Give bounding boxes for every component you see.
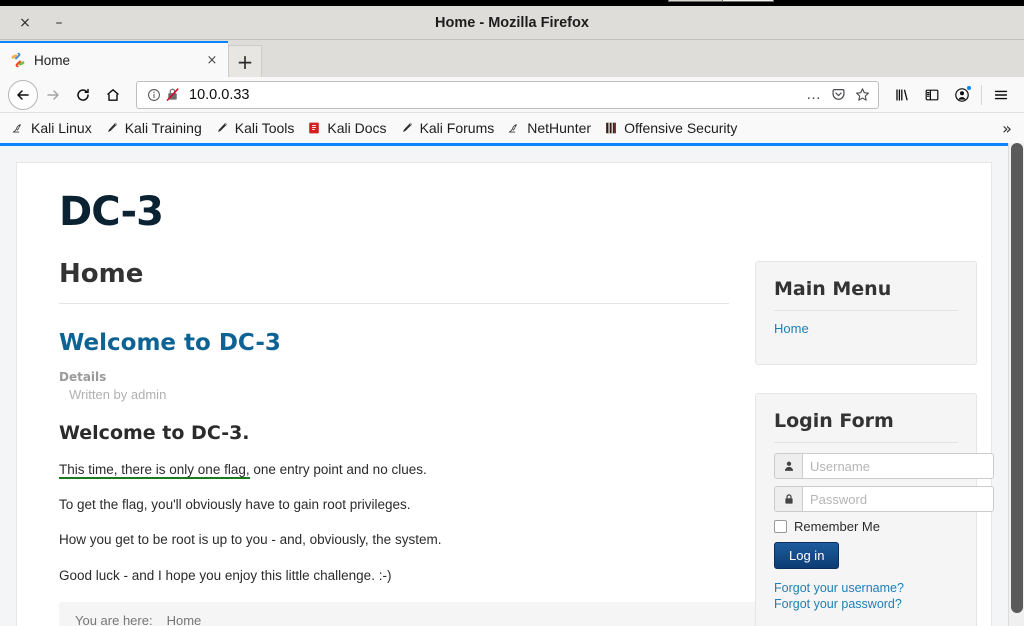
login-button[interactable]: Log in	[774, 542, 840, 569]
page-scrollbar[interactable]	[1008, 143, 1024, 626]
forgot-password-link[interactable]: Forgot your password?	[774, 597, 958, 611]
kali-pen-icon	[104, 120, 120, 136]
bookmark-offensive-security[interactable]: Offensive Security	[597, 116, 743, 140]
article-paragraph-1: This time, there is only one flag, one e…	[59, 461, 729, 479]
reload-icon[interactable]	[68, 80, 98, 110]
user-icon	[774, 453, 802, 479]
article-paragraph-2: To get the flag, you'll obviously have t…	[59, 497, 411, 513]
main-menu-title: Main Menu	[774, 278, 958, 311]
account-notification-dot	[966, 84, 972, 91]
back-arrow-icon[interactable]	[8, 79, 38, 110]
bookmark-label: Kali Tools	[234, 120, 295, 136]
password-field-group	[774, 486, 994, 512]
main-menu-module: Main Menu Home	[755, 261, 977, 365]
forward-arrow-icon[interactable]	[38, 80, 68, 110]
browser-tab-home[interactable]: Home ×	[0, 41, 228, 77]
article-details-label: Details	[59, 370, 107, 384]
bookmarks-overflow-button[interactable]: »	[994, 116, 1020, 140]
remember-me-row[interactable]: Remember Me	[774, 519, 958, 534]
kali-docs-icon	[306, 120, 322, 136]
toolbar-separator	[981, 84, 982, 105]
forgot-username-link[interactable]: Forgot your username?	[774, 581, 958, 595]
bookmark-label: Kali Docs	[327, 120, 387, 136]
bookmark-kali-tools[interactable]: Kali Tools	[208, 116, 301, 140]
browser-window: × – Home - Mozilla Firefox Home × + 10.0…	[0, 0, 1024, 626]
spellcheck-marked-text: This time, there is only one flag,	[59, 462, 250, 479]
browser-tab-title: Home	[34, 52, 71, 68]
site-logo[interactable]: DC-3	[59, 189, 729, 235]
navigation-toolbar: 10.0.0.33 …	[0, 77, 1024, 113]
kali-pen-icon	[214, 120, 230, 136]
page-title: Home	[59, 259, 144, 289]
web-page: DC-3 Home Welcome to DC-3 Details Writte…	[0, 146, 1008, 626]
home-icon[interactable]	[98, 80, 128, 110]
password-input[interactable]	[802, 486, 994, 512]
star-icon[interactable]	[850, 84, 874, 106]
page-actions-button[interactable]: …	[802, 84, 826, 106]
url-bar[interactable]: 10.0.0.33 …	[136, 80, 879, 109]
article-title[interactable]: Welcome to DC-3	[59, 330, 729, 356]
title-bar: × – Home - Mozilla Firefox	[0, 6, 1024, 40]
sidebar-icon[interactable]	[917, 80, 947, 110]
article-paragraph-3: How you get to be root is up to you - an…	[59, 532, 442, 548]
lock-icon	[774, 486, 802, 512]
page-viewport: DC-3 Home Welcome to DC-3 Details Writte…	[0, 143, 1024, 626]
library-icon[interactable]	[887, 80, 917, 110]
article-author: Written by admin	[69, 387, 167, 402]
pocket-icon[interactable]	[826, 84, 850, 106]
login-form-title: Login Form	[774, 410, 958, 443]
info-circle-icon[interactable]	[145, 86, 163, 104]
bookmark-label: Kali Training	[124, 120, 202, 136]
url-text[interactable]: 10.0.0.33	[189, 87, 802, 103]
new-tab-button[interactable]: +	[228, 45, 262, 77]
offsec-icon	[603, 120, 619, 136]
window-title: Home - Mozilla Firefox	[435, 14, 589, 31]
login-form-module: Login Form Username Remember Me Log in F…	[755, 393, 994, 626]
kali-dragon-icon	[10, 120, 26, 136]
bookmark-label: Kali Linux	[31, 120, 92, 136]
minimize-window-button[interactable]: –	[42, 9, 76, 37]
sidebar-item-home[interactable]: Home	[774, 321, 958, 336]
username-field-group	[774, 453, 994, 479]
close-tab-button[interactable]: ×	[202, 50, 222, 70]
bookmark-label: Offensive Security	[624, 120, 738, 136]
joomla-icon	[10, 52, 26, 68]
scrollbar-thumb[interactable]	[1011, 143, 1023, 613]
heading-divider	[59, 303, 729, 304]
account-icon[interactable]	[947, 80, 977, 110]
bookmark-kali-training[interactable]: Kali Training	[98, 116, 208, 140]
close-window-button[interactable]: ×	[8, 9, 42, 37]
bookmark-kali-docs[interactable]: Kali Docs	[300, 116, 392, 140]
hamburger-menu-icon[interactable]	[986, 80, 1016, 110]
background-window-sliver-2	[722, 0, 774, 2]
page-sidebar: Main Menu Home Login Form Username Remem…	[755, 189, 994, 626]
bookmark-kali-linux[interactable]: Kali Linux	[4, 116, 98, 140]
main-column: DC-3 Home Welcome to DC-3 Details Writte…	[37, 189, 757, 626]
kali-pen-icon	[399, 120, 415, 136]
remember-me-label: Remember Me	[794, 519, 880, 534]
breadcrumb: You are here: Home	[59, 601, 757, 626]
crossed-lock-icon[interactable]	[163, 86, 181, 104]
paragraph-1-rest: one entry point and no clues.	[249, 462, 427, 477]
bookmark-label: NetHunter	[527, 120, 592, 136]
remember-me-checkbox[interactable]	[774, 520, 787, 533]
page-content-card: DC-3 Home Welcome to DC-3 Details Writte…	[16, 162, 994, 626]
breadcrumb-current: Home	[166, 612, 202, 626]
bookmark-label: Kali Forums	[419, 120, 495, 136]
tab-strip: Home × +	[0, 40, 1024, 77]
bookmarks-toolbar: Kali Linux Kali Training Kali Tools Kali…	[0, 113, 1024, 143]
article-heading: Welcome to DC-3.	[59, 422, 250, 444]
bookmark-kali-forums[interactable]: Kali Forums	[393, 116, 501, 140]
breadcrumb-label: You are here:	[75, 612, 153, 626]
kali-dragon-icon	[506, 120, 522, 136]
article-paragraph-4: Good luck - and I hope you enjoy this li…	[59, 567, 392, 583]
username-input[interactable]	[802, 453, 994, 479]
bookmark-nethunter[interactable]: NetHunter	[500, 116, 597, 140]
